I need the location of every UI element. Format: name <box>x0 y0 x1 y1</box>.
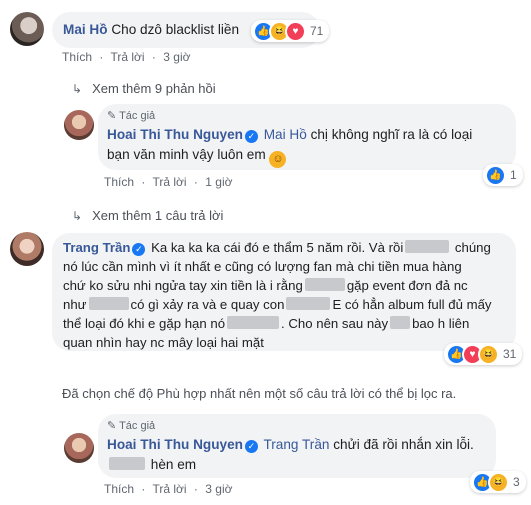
comment-text-line3a: chứ ko sửu nhi ngửa tay xin tiền là i rằ… <box>63 278 303 293</box>
reply-author[interactable]: Hoai Thi Thu Nguyen <box>107 437 243 452</box>
comment-time[interactable]: 3 giờ <box>163 50 190 64</box>
comment-text-line1a: Ka ka ka ka cái đó e thẩm 5 năm rồi. Và … <box>151 240 404 255</box>
avatar-hoai-thi-thu-nguyen[interactable] <box>64 433 94 463</box>
view-more-replies-label: Xem thêm 9 phản hồi <box>92 81 216 96</box>
author-tag-icon: ✎ <box>107 110 117 122</box>
verified-badge-icon: ✓ <box>244 130 258 143</box>
author-tag-label: Tác giả <box>119 420 156 432</box>
smiling-face-icon: ☺ <box>269 151 287 168</box>
redacted-text <box>227 316 280 329</box>
reaction-count: 71 <box>310 24 324 38</box>
filter-notice: Đã chọn chế độ Phù hợp nhất nên một số c… <box>62 386 457 401</box>
comment-author[interactable]: Trang Trần <box>63 240 130 255</box>
haha-icon: 😆 <box>478 343 499 365</box>
reply-actions: Thích · Trả lời · 1 giờ <box>104 175 233 189</box>
verified-badge-icon: ✓ <box>132 243 146 256</box>
author-tag: ✎ Tác giả <box>107 417 155 436</box>
author-tag-label: Tác giả <box>119 110 156 122</box>
mention-link[interactable]: Trang Trần <box>263 437 329 452</box>
reply-bubble-hoai: ✎ Tác giả Hoai Thi Thu Nguyen ✓ Mai Hồ ch… <box>98 104 516 170</box>
redacted-text <box>109 457 145 470</box>
avatar-mai-ho[interactable] <box>10 12 44 46</box>
comment-text-line3b: gặp event đơn đả nc <box>346 278 468 293</box>
reply-bubble-hoai: ✎ Tác giả Hoai Thi Thu Nguyen ✓ Trang Trầ… <box>98 414 496 478</box>
redacted-text <box>286 297 331 310</box>
avatar-hoai-thi-thu-nguyen[interactable] <box>64 110 94 140</box>
reply-text-a: chị không nghĩ ra là có loại <box>310 127 473 142</box>
reply-arrow-icon: ↳ <box>72 209 83 223</box>
reaction-count: 31 <box>503 347 517 361</box>
comment-bubble-trang-tran: Trang Trần ✓ Ka ka ka ka cái đó e thẩm 5 … <box>52 233 516 351</box>
reaction-summary[interactable]: 👍 😆 3 <box>470 471 526 493</box>
like-icon: 👍 <box>485 164 506 186</box>
comment-author[interactable]: Mai Hồ <box>63 22 108 37</box>
redacted-text <box>405 240 450 253</box>
reaction-count: 1 <box>510 168 517 182</box>
reply-actions: Thích · Trả lời · 3 giờ <box>104 482 233 496</box>
mention-link[interactable]: Mai Hồ <box>264 127 307 142</box>
reply-time[interactable]: 1 giờ <box>205 175 232 189</box>
reaction-count: 3 <box>513 475 520 489</box>
comment-text-line6: quan nhìn hay nc mây loại hai mặt <box>63 335 264 350</box>
reply-link[interactable]: Trả lời <box>110 50 144 64</box>
comment-text-line2: nó lúc cần mình vì ít nhất e cũng có lượ… <box>63 259 462 274</box>
reply-arrow-icon: ↳ <box>72 82 83 96</box>
comment-text-line4a: như <box>63 297 87 312</box>
reply-link[interactable]: Trả lời <box>152 175 186 189</box>
redacted-text <box>390 316 411 329</box>
reply-text-b: bạn văn minh vậy luôn em <box>107 147 266 162</box>
verified-badge-icon: ✓ <box>244 440 258 453</box>
author-tag: ✎ Tác giả <box>107 107 155 126</box>
like-link[interactable]: Thích <box>104 175 134 189</box>
love-icon: ♥ <box>285 20 306 42</box>
reaction-summary[interactable]: 👍 ♥ 😆 31 <box>444 343 523 365</box>
comment-text-line5c: bao h liên <box>412 316 470 331</box>
comment-text-line5a: thể loại đó khi e gặp hạn nó <box>63 316 226 331</box>
comment-text-line1b: chúng <box>454 240 491 255</box>
redacted-text <box>304 278 345 291</box>
comment-text-line4c: E có hẳn album full đủ mấy <box>332 297 492 312</box>
view-more-replies[interactable]: ↳ Xem thêm 1 câu trả lời <box>72 208 223 223</box>
reaction-summary[interactable]: 👍 😆 ♥ 71 <box>251 20 330 42</box>
like-link[interactable]: Thích <box>62 50 92 64</box>
comment-actions: Thích · Trả lời · 3 giờ <box>62 50 191 64</box>
reply-text-b: hèn em <box>150 457 197 472</box>
avatar-trang-tran[interactable] <box>10 232 44 266</box>
comment-text-line5b: . Cho nên sau này <box>281 316 389 331</box>
reply-author[interactable]: Hoai Thi Thu Nguyen <box>107 127 243 142</box>
reply-time[interactable]: 3 giờ <box>205 482 232 496</box>
view-more-replies[interactable]: ↳ Xem thêm 9 phản hồi <box>72 81 216 96</box>
reaction-summary[interactable]: 👍 1 <box>483 164 523 186</box>
comment-text-line4b: có gì xảy ra và e quay con <box>130 297 285 312</box>
reply-text-a: chửi đã rồi nhắn xin lỗi. <box>333 437 474 452</box>
like-link[interactable]: Thích <box>104 482 134 496</box>
author-tag-icon: ✎ <box>107 420 117 432</box>
haha-icon: 😆 <box>488 471 509 493</box>
redacted-text <box>88 297 129 310</box>
reply-link[interactable]: Trả lời <box>152 482 186 496</box>
comment-text: Cho dzô blacklist liền <box>111 22 240 37</box>
view-more-replies-label: Xem thêm 1 câu trả lời <box>92 208 224 223</box>
